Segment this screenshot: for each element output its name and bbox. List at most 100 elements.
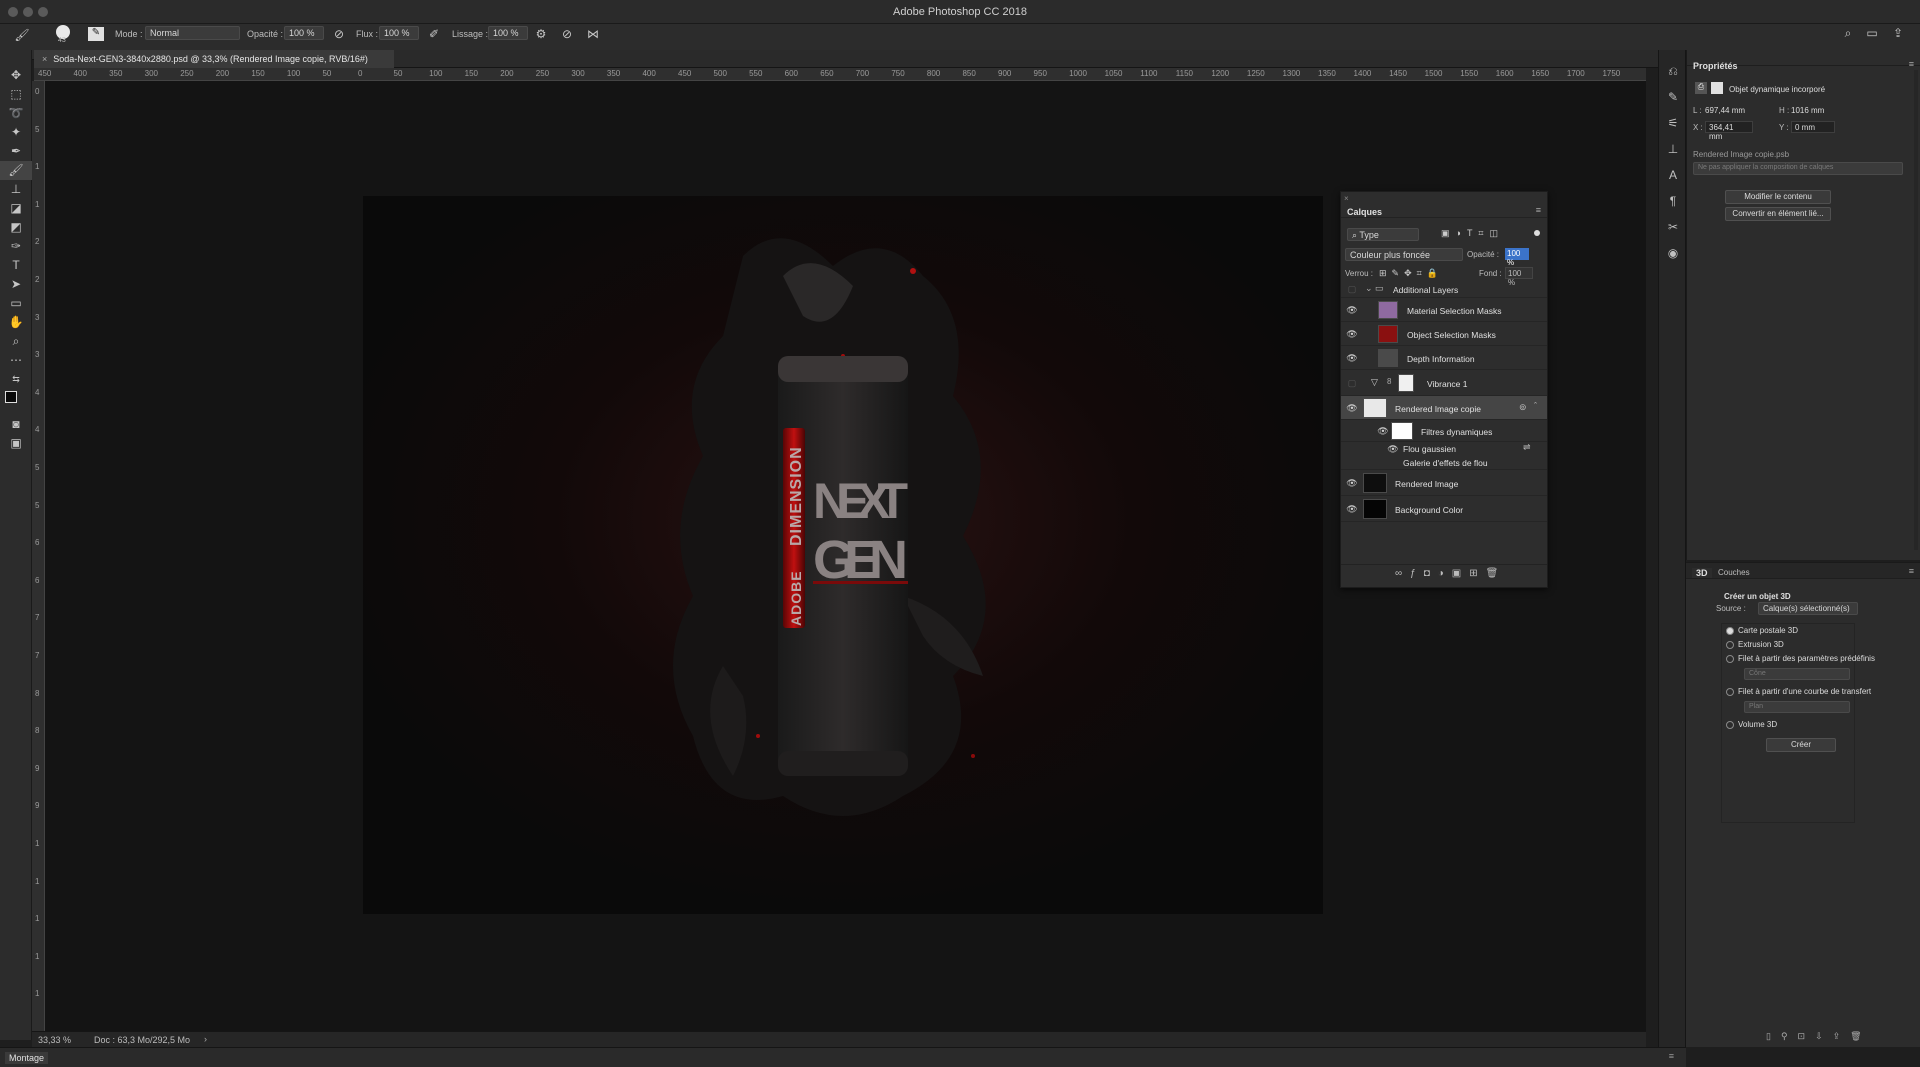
panel-menu-icon[interactable]: ≡ [1909, 59, 1914, 69]
search-icon[interactable]: ⌕ [1840, 26, 1856, 41]
y-position-input[interactable]: 0 mm [1791, 121, 1835, 133]
brush-panel-icon[interactable]: ✎ [88, 27, 104, 41]
smoothing-settings-icon[interactable]: ⚙ [533, 27, 549, 41]
tab-channels[interactable]: Couches [1718, 568, 1750, 577]
mesh-preset-select[interactable]: Cône [1744, 668, 1850, 680]
eye-icon[interactable]: 👁 [1346, 304, 1358, 316]
character-icon[interactable]: A [1659, 162, 1687, 188]
layer-row-selected[interactable]: 👁 Rendered Image copie ⊚ ˆ [1341, 396, 1547, 420]
airbrush-icon[interactable]: ✐ [426, 27, 442, 41]
stamp-tool-icon[interactable]: ⊥ [0, 180, 32, 199]
radio-extrusion[interactable] [1726, 641, 1734, 649]
properties-scrollbar[interactable] [1914, 70, 1918, 550]
document-canvas[interactable]: DIMENSION ADOBE NEXT GEN [363, 196, 1323, 914]
gradient-tool-icon[interactable]: ◩ [0, 218, 32, 237]
filter-options-icon[interactable]: ⇌ [1523, 442, 1531, 453]
eye-icon[interactable]: 👁 [1346, 503, 1358, 515]
radio-mesh-preset[interactable] [1726, 655, 1734, 663]
close-tab-icon[interactable]: × [42, 54, 47, 64]
3d-icon[interactable]: ◉ [1659, 240, 1687, 266]
layer-row[interactable]: 👁 Material Selection Masks [1341, 298, 1547, 322]
visibility-toggle-off[interactable]: ▢ [1346, 377, 1358, 389]
eye-icon[interactable]: 👁 [1346, 328, 1358, 340]
brush-tool-icon[interactable]: 🖌 [14, 28, 30, 42]
paragraph-icon[interactable]: ¶ [1659, 188, 1687, 214]
magic-wand-tool-icon[interactable]: ✦ [0, 123, 32, 142]
collapse-chevron-icon[interactable]: ˆ [1534, 401, 1537, 411]
layer-actions-icons[interactable]: ∞ƒ◘◑▣⊞🗑 [1395, 568, 1506, 579]
history-icon[interactable]: ⎌ [1659, 58, 1687, 84]
layer-row[interactable]: 👁 Depth Information [1341, 346, 1547, 370]
layer-filter-icons[interactable]: ▣◑T⌗◫ [1441, 228, 1504, 239]
symmetry-icon[interactable]: ⋈ [585, 27, 601, 41]
layer-row[interactable]: ▢ ⌄ ▭ Additional Layers [1341, 280, 1547, 298]
panel-menu-icon[interactable]: ≡ [1909, 566, 1914, 576]
clone-source-icon[interactable]: ⊥ [1659, 136, 1687, 162]
convert-to-linked-button[interactable]: Convertir en élément lié... [1725, 207, 1831, 221]
path-selection-tool-icon[interactable]: ➤ [0, 275, 32, 294]
height-value[interactable]: 1016 mm [1791, 106, 1824, 115]
fill-input[interactable]: 100 % [1505, 267, 1533, 287]
mode-select[interactable]: Normal [145, 26, 240, 40]
shape-tool-icon[interactable]: ▭ [0, 294, 32, 313]
depth-map-select[interactable]: Plan [1744, 701, 1850, 713]
panel-menu-icon[interactable]: ≡ [1536, 205, 1541, 215]
document-tab[interactable]: × Soda-Next-GEN3-3840x2880.psd @ 33,3% (R… [34, 50, 394, 68]
layer-row[interactable]: 👁 Object Selection Masks [1341, 322, 1547, 346]
foreground-color-swatch[interactable] [0, 389, 32, 415]
radio-depth-map[interactable] [1726, 688, 1734, 696]
eyedropper-tool-icon[interactable]: ✒ [0, 142, 32, 161]
pen-tool-icon[interactable]: ✑ [0, 237, 32, 256]
brush-settings-icon[interactable]: ✎ [1659, 84, 1687, 110]
tab-3d[interactable]: 3D [1692, 568, 1712, 578]
blend-mode-select[interactable]: Couleur plus foncée [1345, 248, 1463, 261]
hand-tool-icon[interactable]: ✋ [0, 313, 32, 332]
pressure-opacity-icon[interactable]: ⊘ [331, 27, 347, 41]
zoom-tool-icon[interactable]: ⌕ [0, 332, 32, 351]
zoom-level[interactable]: 33,33 % [38, 1035, 71, 1045]
montage-tab[interactable]: Montage [5, 1052, 49, 1064]
brush-tool-active-icon[interactable]: 🖌 [0, 161, 32, 180]
timeline-menu-icon[interactable]: ≡ [1669, 1051, 1674, 1061]
layer-row[interactable]: 👁 Background Color [1341, 496, 1547, 522]
layer-comp-select[interactable]: Ne pas appliquer la composition de calqu… [1693, 162, 1903, 175]
x-position-input[interactable]: 364,41 mm [1705, 121, 1753, 141]
edit-contents-button[interactable]: Modifier le contenu [1725, 190, 1831, 204]
pressure-size-icon[interactable]: ⊘ [559, 27, 575, 41]
create-3d-button[interactable]: Créer [1766, 738, 1836, 752]
expand-chevron-icon[interactable]: ⌄ [1365, 283, 1373, 294]
screen-mode-icon[interactable]: ▣ [0, 434, 32, 453]
lasso-tool-icon[interactable]: ➰ [0, 104, 32, 123]
layers-panel-title[interactable]: Calques [1347, 207, 1382, 217]
move-tool-icon[interactable]: ✥ [0, 66, 32, 85]
swap-colors-icon[interactable]: ⇆ [0, 370, 32, 389]
eye-icon[interactable]: 👁 [1387, 443, 1399, 455]
radio-postcard-selected[interactable] [1726, 627, 1734, 635]
eye-icon[interactable]: 👁 [1346, 352, 1358, 364]
radio-volume[interactable] [1726, 721, 1734, 729]
quick-mask-icon[interactable]: ◙ [0, 415, 32, 434]
source-select[interactable]: Calque(s) sélectionné(s) [1758, 602, 1858, 615]
document-info[interactable]: Doc : 63,3 Mo/292,5 Mo [94, 1035, 190, 1045]
workspace-switcher-icon[interactable]: ▭ [1864, 26, 1880, 40]
filter-row[interactable]: 👁 Flou gaussien ⇌ [1341, 442, 1547, 455]
marquee-tool-icon[interactable]: ⬚ [0, 85, 32, 104]
opacity-input[interactable]: 100 % [284, 26, 324, 40]
eye-icon[interactable]: 👁 [1377, 425, 1389, 437]
layer-row[interactable]: ▢ ▽ 8 Vibrance 1 [1341, 370, 1547, 396]
eye-icon[interactable]: 👁 [1346, 477, 1358, 489]
type-tool-icon[interactable]: T [0, 256, 32, 275]
more-tools-icon[interactable]: ⋯ [0, 351, 32, 370]
layer-row[interactable]: 👁 Rendered Image [1341, 470, 1547, 496]
visibility-toggle-off[interactable]: ▢ [1346, 283, 1358, 295]
filter-toggle[interactable] [1534, 230, 1540, 236]
eye-icon[interactable]: 👁 [1346, 402, 1358, 414]
flow-input[interactable]: 100 % [379, 26, 419, 40]
smoothing-input[interactable]: 100 % [488, 26, 528, 40]
lock-icons[interactable]: ⊞✎✥⌗🔒 [1379, 268, 1443, 279]
3d-panel-footer-icons[interactable]: ▯⚲⊡⇩⇪🗑 [1766, 1031, 1872, 1042]
width-value[interactable]: 697,44 mm [1705, 106, 1745, 115]
layer-row[interactable]: 👁 Filtres dynamiques [1341, 420, 1547, 442]
share-icon[interactable]: ⇪ [1890, 26, 1906, 40]
filter-row[interactable]: Galerie d'effets de flou [1341, 455, 1547, 470]
